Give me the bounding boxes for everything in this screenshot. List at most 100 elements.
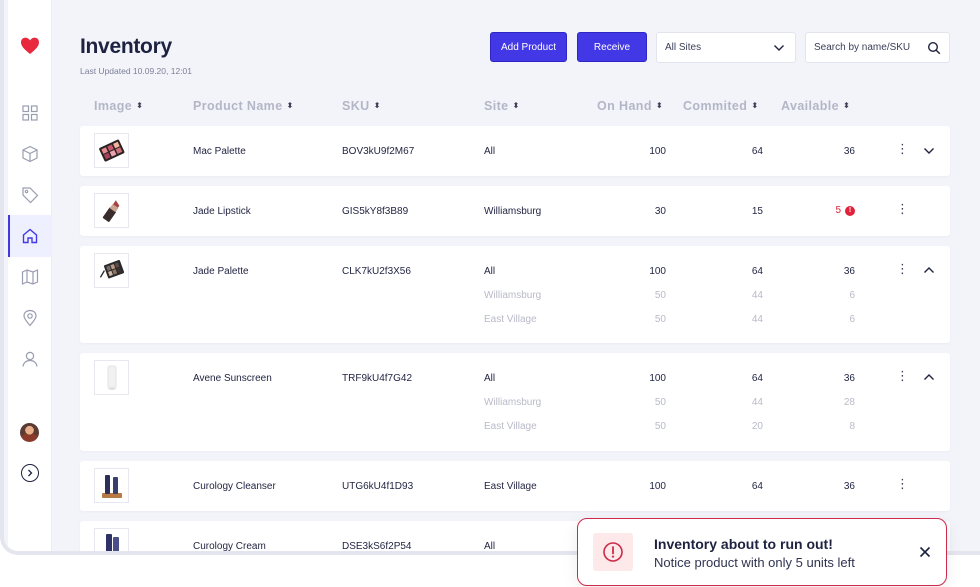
sub-on-hand: 50 [654,290,666,301]
sidebar [8,0,52,551]
expand-sidebar-button[interactable] [21,464,39,482]
sub-site: Williamsburg [484,397,542,408]
committed-value: 64 [751,481,763,492]
available-value: 36 [843,373,855,384]
column-header-sku[interactable]: SKU ⬍ [342,99,381,113]
committed-value: 64 [751,146,763,157]
sub-available: 6 [849,290,855,301]
table-row[interactable]: Jade Palette CLK7kU2f3X56 All 100 64 36 … [80,246,950,343]
product-sku: DSE3kS6f2P54 [342,541,412,552]
product-site: East Village [484,481,537,492]
committed-value: 64 [751,373,763,384]
available-value: 36 [843,146,855,157]
more-options-icon[interactable]: ⋮ [896,202,909,218]
product-sku: TRF9kU4f7G42 [342,373,413,384]
product-image[interactable] [94,528,129,551]
column-header-available[interactable]: Available ⬍ [781,99,850,113]
committed-value: 64 [751,266,763,277]
more-options-icon[interactable]: ⋮ [896,477,909,493]
column-header-on-hand[interactable]: On Hand ⬍ [597,99,663,113]
map-icon[interactable] [21,268,39,286]
page-title: Inventory [80,35,172,58]
avatar[interactable] [20,423,39,442]
product-image[interactable] [94,360,129,395]
sort-icon: ⬍ [751,101,759,110]
committed-value: 15 [751,206,763,217]
table-row[interactable]: Curology Cleanser UTG6kU4f1D93 East Vill… [80,461,950,511]
sort-icon: ⬍ [512,101,520,110]
receive-button[interactable]: Receive [577,32,647,62]
product-name: Curology Cleanser [193,481,276,492]
sub-available: 28 [843,397,855,408]
chevron-down-icon[interactable] [923,146,935,156]
sunscreen-image-icon [107,365,116,390]
column-header-label: Site [484,99,509,113]
product-name: Avene Sunscreen [193,373,272,384]
sub-committed: 20 [751,421,763,432]
available-value: 36 [843,481,855,492]
site-select[interactable]: All Sites [656,32,796,63]
on-hand-value: 100 [649,481,666,492]
column-header-name[interactable]: Product Name ⬍ [193,99,294,113]
more-options-icon[interactable]: ⋮ [896,142,909,158]
sub-site: East Village [484,314,537,325]
column-header-committed[interactable]: Commited ⬍ [683,99,758,113]
heart-logo-icon[interactable] [20,36,40,56]
column-header-label: Product Name [193,99,283,113]
sort-icon: ⬍ [843,101,851,110]
cream-image-icon [105,533,119,551]
search-icon[interactable] [927,41,941,55]
table-row[interactable]: Mac Palette BOV3kU9f2M67 All 100 64 36 ⋮ [80,126,950,176]
table-row[interactable]: Avene Sunscreen TRF9kU4f7G42 All 100 64 … [80,353,950,451]
search-placeholder: Search by name/SKU [814,42,911,53]
product-site: All [484,541,496,552]
product-sku: UTG6kU4f1D93 [342,481,414,492]
toast-message: Notice product with only 5 units left [654,555,855,570]
close-icon[interactable] [918,545,932,559]
site-select-value: All Sites [665,42,702,53]
toast-title: Inventory about to run out! [654,536,833,552]
warning-icon[interactable]: ! [845,205,855,216]
app-frame: Inventory Last Updated 10.09.20, 12:01 A… [0,0,980,555]
sub-site: East Village [484,421,537,432]
product-site: All [484,266,496,277]
chevron-up-icon[interactable] [923,372,935,382]
more-options-icon[interactable]: ⋮ [896,369,909,385]
alert-circle-icon [603,542,623,562]
low-stock-toast[interactable]: Inventory about to run out! Notice produ… [577,518,947,586]
column-header-image[interactable]: Image ⬍ [94,99,143,113]
available-value: 5 [835,205,841,216]
product-site: All [484,146,496,157]
sub-committed: 44 [751,314,763,325]
more-options-icon[interactable]: ⋮ [896,262,909,278]
column-header-label: On Hand [597,99,652,113]
column-header-site[interactable]: Site ⬍ [484,99,520,113]
tag-icon[interactable] [21,186,39,204]
palette-image-icon [99,259,124,278]
user-icon[interactable] [21,350,39,368]
on-hand-value: 100 [649,266,666,277]
product-image[interactable] [94,193,129,228]
column-header-label: Image [94,99,133,113]
chevron-down-icon [774,45,784,51]
sub-on-hand: 50 [654,421,666,432]
search-input[interactable]: Search by name/SKU [805,32,950,63]
column-header-label: SKU [342,99,370,113]
sub-committed: 44 [751,290,763,301]
box-icon[interactable] [21,145,39,163]
product-image[interactable] [94,468,129,503]
lipstick-image-icon [102,199,119,222]
product-image[interactable] [94,133,129,168]
table-row[interactable]: Jade Lipstick GIS5kY8f3B89 Williamsburg … [80,186,950,236]
add-product-button[interactable]: Add Product [490,32,567,62]
product-name: Jade Lipstick [193,206,251,217]
product-image[interactable] [94,253,129,288]
home-icon[interactable] [21,227,39,245]
chevron-up-icon[interactable] [923,265,935,275]
product-name: Curology Cream [193,541,266,552]
on-hand-value: 100 [649,146,666,157]
location-pin-icon[interactable] [21,309,39,327]
sort-icon: ⬍ [286,101,294,110]
on-hand-value: 100 [649,373,666,384]
dashboard-grid-icon[interactable] [21,104,39,122]
